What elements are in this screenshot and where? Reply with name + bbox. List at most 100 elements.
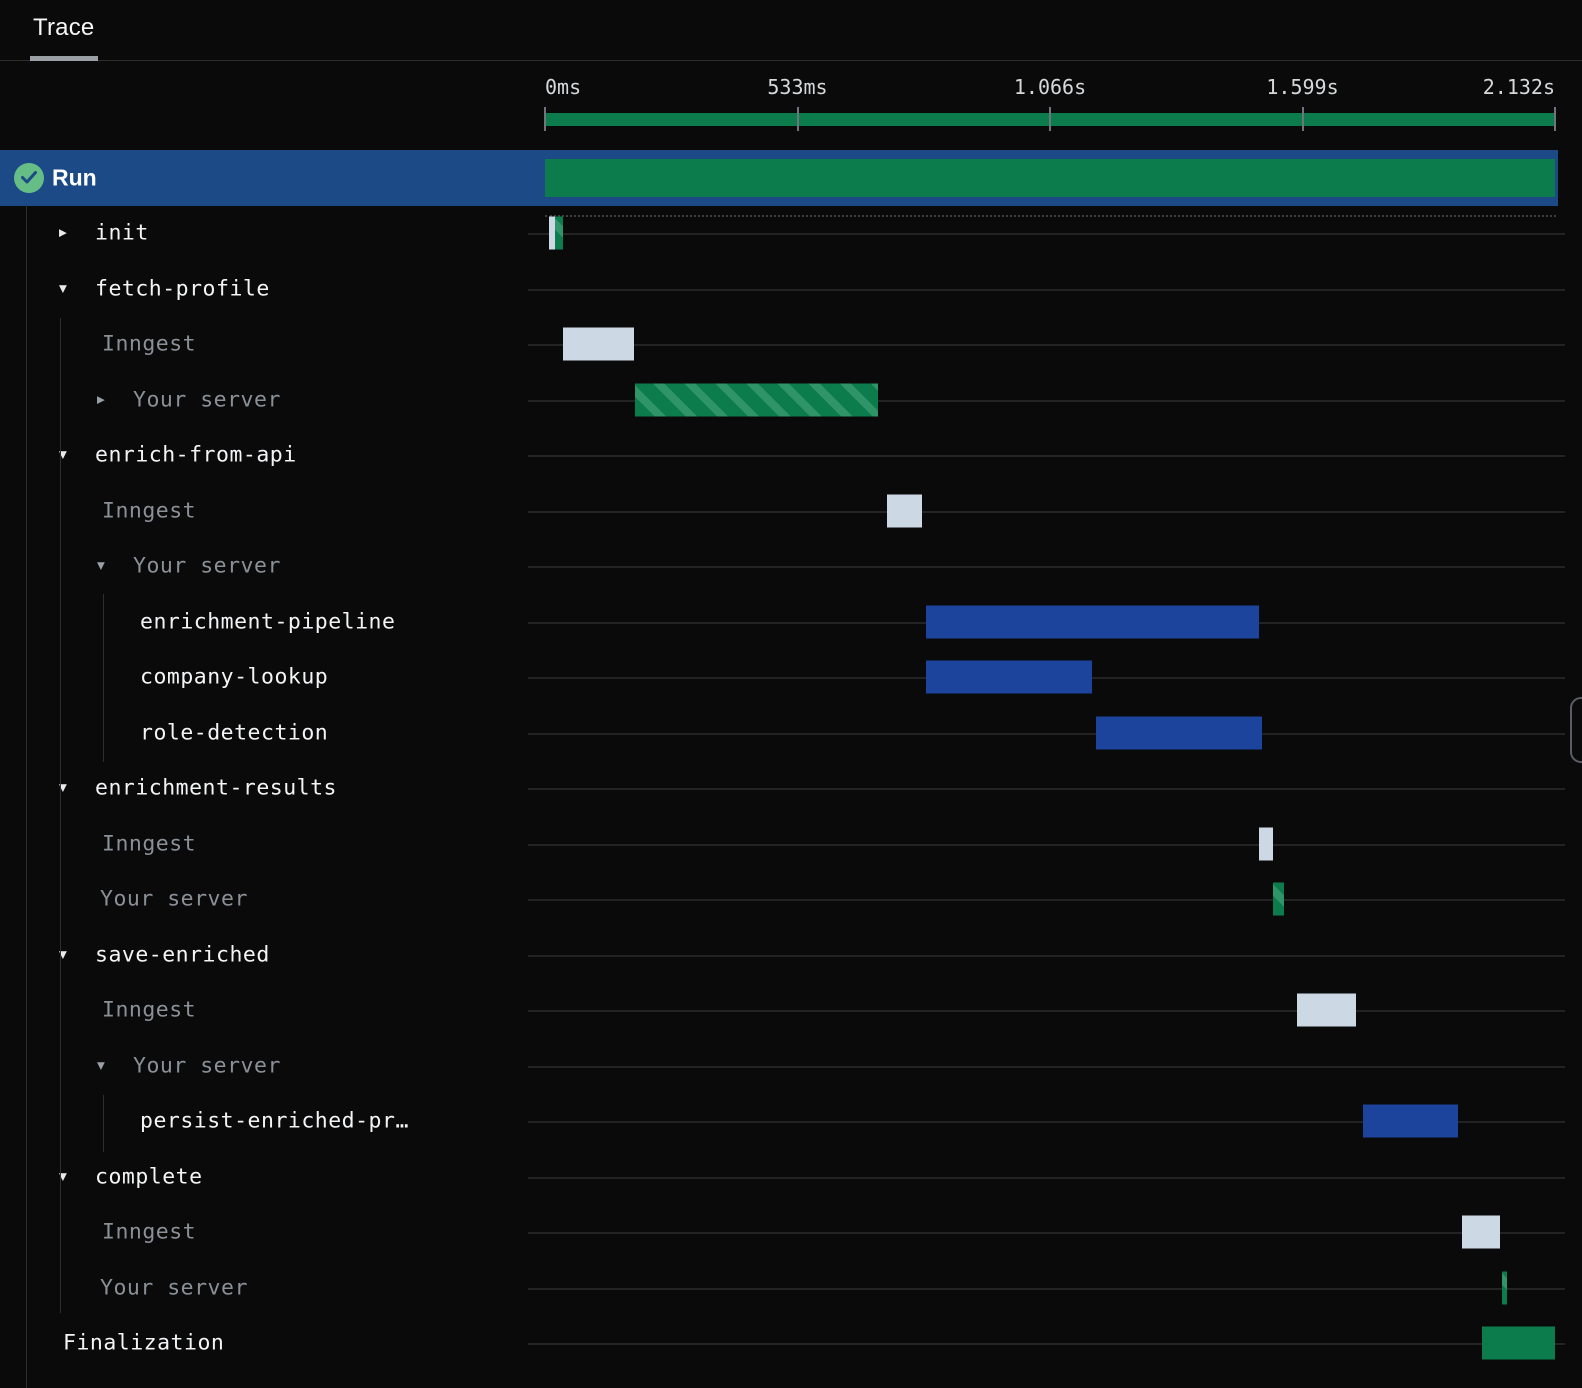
timeline-track-line <box>528 1010 1565 1013</box>
timeline-track-line <box>528 1176 1565 1179</box>
timeline-axis: 0ms 533ms 1.066s 1.599s 2.132s <box>0 61 1582 150</box>
timeline-track-line <box>528 233 1565 236</box>
span-row[interactable]: Your server24ms <box>0 872 1582 928</box>
span-row[interactable]: Finalization155ms <box>0 1316 1582 1372</box>
span-bar-inngest[interactable] <box>1258 827 1274 861</box>
tab-trace[interactable]: Trace <box>33 14 94 54</box>
span-name: enrichment-results <box>95 775 337 801</box>
axis-tick <box>1301 107 1304 131</box>
span-bar-inngest[interactable] <box>1462 1215 1500 1249</box>
span-name-cell: Inngest79ms <box>0 1205 540 1261</box>
span-name-cell: Inngest124ms <box>0 983 540 1039</box>
tree-guide-line <box>26 205 27 1388</box>
span-row[interactable]: persist-enriched-pr…200ms <box>0 1094 1582 1150</box>
run-row[interactable]: Run2.132s <box>0 150 1558 206</box>
axis-tick-label: 0ms <box>545 75 582 99</box>
span-row[interactable]: ▼save-enriched342ms <box>0 927 1582 983</box>
span-name-cell: ▼save-enriched342ms <box>0 927 540 983</box>
collapsed-children-dotted-line <box>545 214 1556 217</box>
timeline-track-line <box>528 1232 1565 1235</box>
span-name-cell: persist-enriched-pr…200ms <box>0 1094 540 1150</box>
span-name: Finalization <box>63 1330 225 1356</box>
span-bar-step[interactable] <box>925 605 1259 639</box>
span-bar-server[interactable] <box>1502 1271 1508 1305</box>
span-name-cell: Inngest74ms <box>0 483 540 539</box>
span-row[interactable]: Inngest124ms <box>0 983 1582 1039</box>
span-bar-green[interactable] <box>545 158 1555 197</box>
span-row[interactable]: ▶Your server514ms <box>0 372 1582 428</box>
span-bar-inngest[interactable] <box>1296 993 1356 1027</box>
span-bar-step[interactable] <box>1363 1104 1458 1138</box>
span-name: Your server <box>133 387 281 413</box>
span-row[interactable]: ▼enrichment-results54ms <box>0 761 1582 817</box>
span-row[interactable]: Inngest74ms <box>0 483 1582 539</box>
timeline-track-line <box>528 455 1565 458</box>
span-bar-step[interactable] <box>1095 716 1263 750</box>
span-name: complete <box>95 1164 203 1190</box>
span-bar-inngest[interactable] <box>563 327 635 361</box>
tree-guide-line <box>60 318 61 1313</box>
axis-tick-label: 2.132s <box>1482 75 1555 99</box>
span-bar-green[interactable] <box>1481 1326 1555 1360</box>
span-name-cell: Inngest150ms <box>0 317 540 373</box>
timeline-track-line <box>528 843 1565 846</box>
span-name: init <box>95 220 149 246</box>
span-row[interactable]: Inngest79ms <box>0 1205 1582 1261</box>
span-name-cell: ▶init25ms <box>0 206 540 262</box>
span-bar-inngest[interactable] <box>887 494 923 528</box>
span-name: enrichment-pipeline <box>140 609 396 635</box>
axis-tick <box>1049 107 1051 131</box>
span-name: persist-enriched-pr… <box>140 1108 409 1134</box>
header: Trace <box>0 0 1582 61</box>
span-name-cell: ▼enrichment-results54ms <box>0 761 540 817</box>
timeline-track-line <box>528 1287 1565 1290</box>
span-name-cell: ▼complete89ms <box>0 1149 540 1205</box>
span-name: Inngest <box>102 831 197 857</box>
timeline-track-line <box>528 899 1565 902</box>
span-row[interactable]: enrichment-pipeline703ms <box>0 594 1582 650</box>
chevron-right-icon[interactable]: ▶ <box>97 393 105 406</box>
span-name-cell: ▼Your server218ms <box>0 1038 540 1094</box>
span-name: Your server <box>133 553 281 579</box>
timeline-track-line <box>528 288 1565 291</box>
span-row[interactable]: ▼Your server718ms <box>0 539 1582 595</box>
timeline-track-line <box>528 566 1565 569</box>
span-name: save-enriched <box>95 942 270 968</box>
span-row[interactable]: company-lookup350ms <box>0 650 1582 706</box>
span-bar-server[interactable] <box>635 383 879 417</box>
span-name: Your server <box>100 1275 248 1301</box>
chevron-down-icon[interactable]: ▼ <box>59 282 67 295</box>
chevron-down-icon[interactable]: ▼ <box>97 1059 105 1072</box>
span-row[interactable]: ▼enrich-from-api792ms <box>0 428 1582 484</box>
span-bar-step[interactable] <box>925 660 1092 694</box>
run-label: Run <box>52 164 97 191</box>
span-name-cell: ▼enrich-from-api792ms <box>0 428 540 484</box>
span-row[interactable]: Inngest30ms <box>0 816 1582 872</box>
axis-tick-label: 533ms <box>767 75 828 99</box>
span-row[interactable]: ▼complete89ms <box>0 1149 1582 1205</box>
chevron-down-icon[interactable]: ▼ <box>97 560 105 573</box>
chevron-right-icon[interactable]: ▶ <box>59 227 67 240</box>
span-row[interactable]: Your server10ms <box>0 1260 1582 1316</box>
span-name: Inngest <box>102 997 197 1023</box>
span-row[interactable]: ▼fetch-profile664ms <box>0 261 1582 317</box>
axis-tick <box>544 107 546 131</box>
timeline-track-line <box>528 1343 1565 1346</box>
span-name-cell: ▶Your server514ms <box>0 372 540 428</box>
span-name: Inngest <box>102 1219 197 1245</box>
vertical-scrollbar[interactable] <box>1570 697 1582 763</box>
span-row[interactable]: ▼Your server218ms <box>0 1038 1582 1094</box>
span-row[interactable]: role-detection351ms <box>0 705 1582 761</box>
timeline-track-line <box>528 510 1565 513</box>
span-name: company-lookup <box>140 664 329 690</box>
span-name: Your server <box>100 886 248 912</box>
span-row[interactable]: ▶init25ms <box>0 206 1582 262</box>
timeline-track-line <box>528 344 1565 347</box>
timeline-track-line <box>528 788 1565 791</box>
span-name: fetch-profile <box>95 276 270 302</box>
axis-tick <box>796 107 799 131</box>
span-row[interactable]: Inngest150ms <box>0 317 1582 373</box>
span-bar-server[interactable] <box>1273 882 1285 916</box>
timeline-track-line <box>528 954 1565 957</box>
span-bar-server[interactable] <box>554 216 563 250</box>
